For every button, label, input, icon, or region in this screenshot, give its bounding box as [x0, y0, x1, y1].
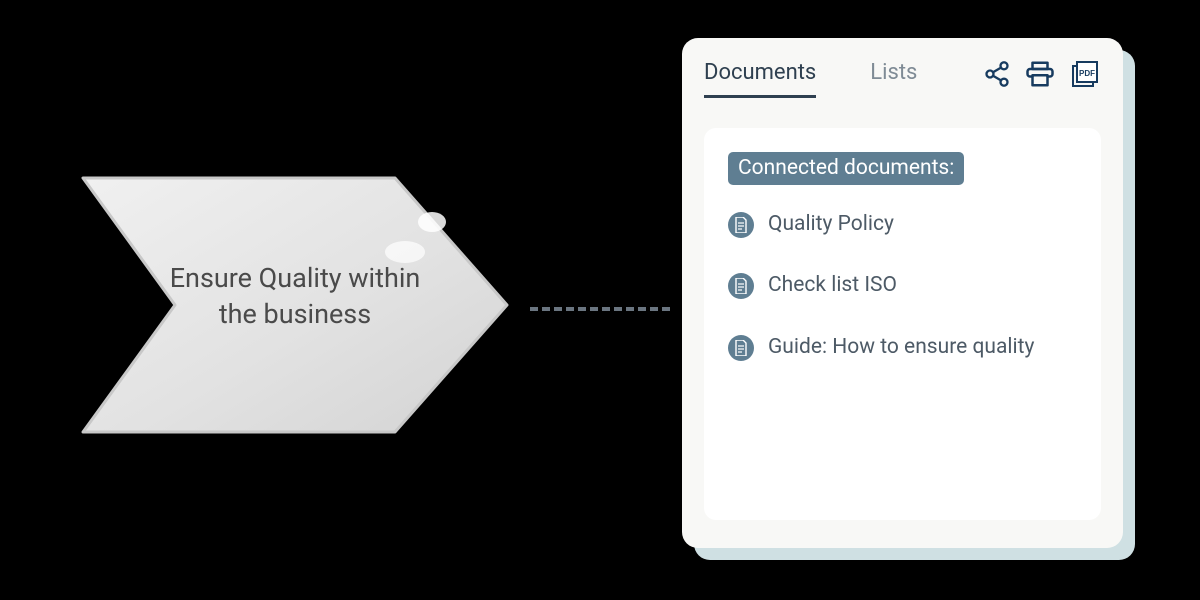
tab-documents[interactable]: Documents — [704, 60, 816, 98]
document-label: Guide: How to ensure quality — [768, 334, 1034, 361]
document-icon — [728, 335, 754, 361]
list-item[interactable]: Guide: How to ensure quality — [728, 334, 1077, 361]
print-icon[interactable] — [1025, 59, 1055, 89]
document-icon — [728, 273, 754, 299]
svg-text:PDF: PDF — [1079, 69, 1095, 78]
documents-card: Connected documents: Quality Policy — [704, 128, 1101, 520]
document-label: Check list ISO — [768, 272, 897, 299]
panel-header: Documents Lists P — [704, 60, 1101, 98]
list-item[interactable]: Quality Policy — [728, 211, 1077, 238]
pdf-icon[interactable]: PDF — [1069, 58, 1101, 90]
tab-lists[interactable]: Lists — [870, 60, 917, 98]
connector-line — [530, 307, 670, 311]
document-list: Quality Policy Check list ISO — [728, 211, 1077, 361]
header-icons: PDF — [983, 58, 1101, 90]
document-icon — [728, 212, 754, 238]
share-icon[interactable] — [983, 60, 1011, 88]
document-label: Quality Policy — [768, 211, 894, 238]
list-item[interactable]: Check list ISO — [728, 272, 1077, 299]
tabs: Documents Lists — [704, 60, 917, 98]
documents-panel: Documents Lists P — [682, 38, 1123, 548]
process-arrow-label: Ensure Quality within the business — [150, 260, 440, 333]
connected-documents-badge: Connected documents: — [728, 152, 964, 185]
